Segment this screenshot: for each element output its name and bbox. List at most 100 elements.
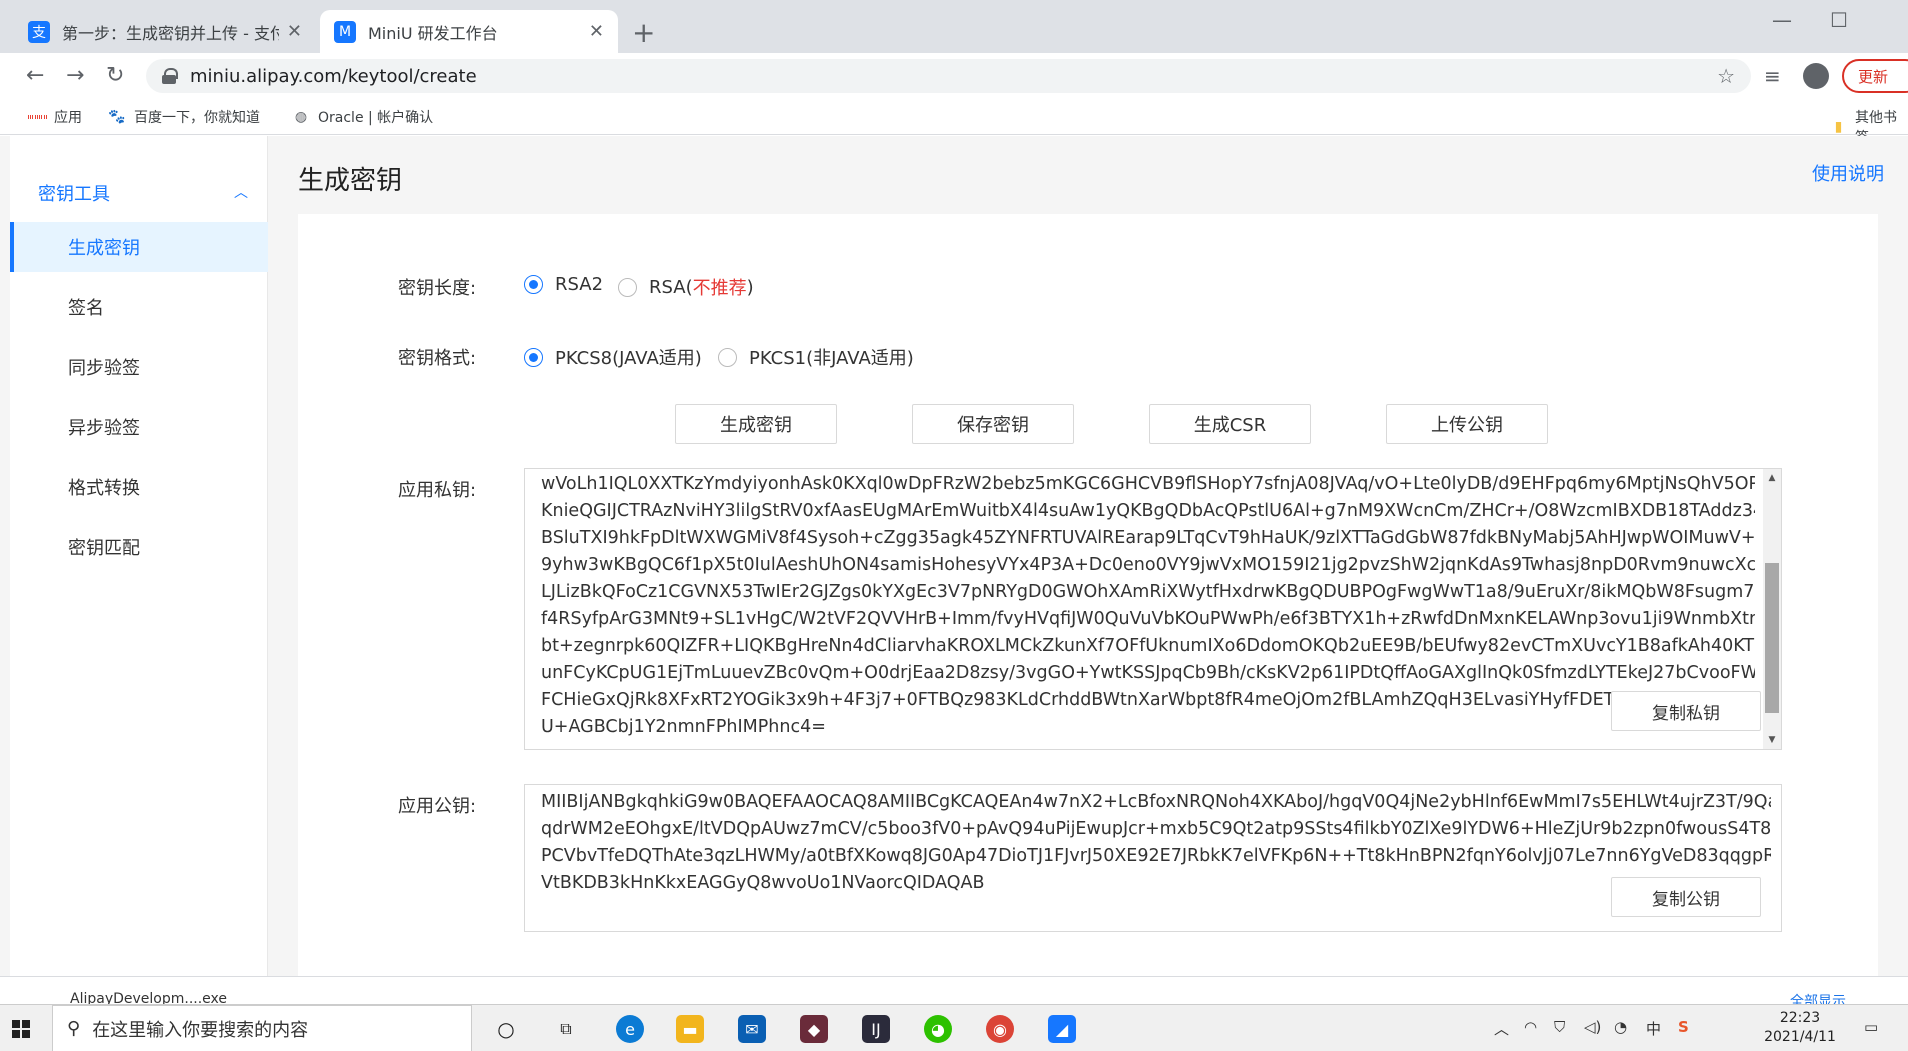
screen: 支 第一步：生成密钥并上传 - 支付宝 ✕ M MiniU 研发工作台 ✕ + …: [0, 0, 1908, 1051]
download-item[interactable]: AlipayDevelopm....exe: [70, 991, 227, 1004]
cortana-circle-icon[interactable]: ○: [492, 1015, 520, 1043]
sidebar-item-generate-key[interactable]: 生成密钥: [10, 222, 268, 272]
scroll-down-icon[interactable]: ▼: [1763, 731, 1781, 749]
update-button[interactable]: 更新: [1842, 59, 1908, 93]
scroll-thumb[interactable]: [1765, 563, 1779, 713]
maximize-window-icon[interactable]: ☐: [1830, 8, 1848, 32]
scroll-up-icon[interactable]: ▲: [1763, 469, 1781, 487]
generate-key-button[interactable]: 生成密钥: [675, 404, 837, 444]
key-line: MIIBIjANBgkqhkiG9w0BAQEFAAOCAQ8AMIIBCgKC…: [541, 792, 1771, 812]
minimize-window-icon[interactable]: —: [1772, 8, 1792, 32]
save-key-button[interactable]: 保存密钥: [912, 404, 1074, 444]
apps-grid-icon: [28, 108, 46, 126]
key-generator-card: 密钥长度: RSA2 RSA(不推荐) 密钥格式: PKCS8(JAVA适用) …: [298, 214, 1878, 976]
security-shield-icon[interactable]: ⛉: [1554, 1018, 1565, 1036]
chrome-icon[interactable]: ◉: [986, 1015, 1014, 1043]
taskbar-search-box[interactable]: ⚲ 在这里输入你要搜索的内容: [52, 1005, 472, 1051]
notification-center-icon[interactable]: ▭: [1864, 1018, 1878, 1036]
not-recommended-text: 不推荐: [692, 278, 747, 299]
browser-toolbar: ← → ↻ miniu.alipay.com/keytool/create ☆ …: [0, 53, 1908, 99]
tab-miniu[interactable]: M MiniU 研发工作台 ✕: [320, 10, 618, 53]
globe-icon: ◍: [294, 109, 308, 125]
back-arrow-icon[interactable]: ←: [26, 63, 44, 88]
private-key-label: 应用私钥:: [398, 480, 477, 501]
reload-icon[interactable]: ↻: [106, 63, 124, 88]
file-explorer-icon[interactable]: ▬: [676, 1015, 704, 1043]
key-line: U+AGBCbj1Y2nmnFPhIMPhnc4=: [541, 717, 826, 737]
copy-public-key-button[interactable]: 复制公钥: [1611, 877, 1761, 917]
intellij-idea-icon[interactable]: IJ: [862, 1015, 890, 1043]
task-view-icon[interactable]: ⧉: [552, 1015, 580, 1043]
download-shelf: AlipayDevelopm....exe 全部显示: [0, 976, 1908, 1004]
radio-label: PKCS1(非JAVA适用): [749, 348, 914, 369]
upload-public-key-button[interactable]: 上传公钥: [1386, 404, 1548, 444]
key-line: unFCyKCpUG1EjTmLuuevZBc0vQm+O0drjEaa2D8z…: [541, 663, 1755, 683]
key-line: f4RSyfpArG3MNt9+SL1vHgC/W2tVF2QVVHrB+Imm…: [541, 609, 1755, 629]
mail-icon[interactable]: ✉: [738, 1015, 766, 1043]
key-line: bt+zegnrpk60QIZFR+LIQKBgHreNn4dCliarvhaK…: [541, 636, 1755, 656]
bookmark-star-icon[interactable]: ☆: [1717, 64, 1735, 88]
tab-alipay-docs[interactable]: 支 第一步：生成密钥并上传 - 支付宝 ✕: [14, 10, 316, 53]
volume-icon[interactable]: ◁): [1584, 1018, 1601, 1036]
game-app-icon[interactable]: ◆: [800, 1015, 828, 1043]
radio-pkcs1[interactable]: PKCS1(非JAVA适用): [718, 344, 914, 370]
help-link[interactable]: 使用说明: [1812, 160, 1884, 186]
key-line: wVoLh1IQL0XXTKzYmdyiyonhAsk0KXql0wDpFRzW…: [541, 474, 1755, 494]
new-tab-button[interactable]: +: [632, 16, 655, 49]
sogou-ime-icon[interactable]: S: [1678, 1018, 1689, 1036]
radio-pkcs8[interactable]: PKCS8(JAVA适用): [524, 344, 702, 370]
key-line: qdrWM2eEOhgxE/ltVDQpAUwz7mCV/c5boo3fV0+p…: [541, 819, 1771, 839]
sidebar-item-key-match[interactable]: 密钥匹配: [10, 522, 268, 572]
key-line: PCVbvTfeDQThAte3qzLHWMy/a0tBfXKowq8JG0Ap…: [541, 846, 1771, 866]
private-key-textarea[interactable]: wVoLh1IQL0XXTKzYmdyiyonhAsk0KXql0wDpFRzW…: [524, 468, 1782, 750]
radio-checked-icon: [524, 275, 543, 294]
forward-arrow-icon[interactable]: →: [66, 63, 84, 88]
profile-avatar-icon[interactable]: [1803, 63, 1829, 89]
radio-checked-icon: [524, 347, 543, 367]
ime-language-icon[interactable]: 中: [1646, 1018, 1661, 1039]
radio-rsa2[interactable]: RSA2: [524, 274, 603, 295]
radio-label: PKCS8(JAVA适用): [555, 348, 702, 369]
key-line: LJLizBkQFoCz1CGVNX53TwIEr2GJZgs0kYXgEc3V…: [541, 582, 1755, 602]
key-line: VtBKDB3kHnKkxEAGGyQ8wvoUo1NVaorcQIDAQAB: [541, 873, 985, 893]
bookmark-baidu[interactable]: 🐾 百度一下，你就知道: [108, 107, 260, 127]
wechat-icon[interactable]: ◕: [924, 1015, 952, 1043]
system-clock[interactable]: 22:23 2021/4/11: [1755, 1009, 1845, 1047]
bookmark-oracle[interactable]: ◍ Oracle | 帐户确认: [292, 107, 433, 127]
sidebar-item-async-verify[interactable]: 异步验签: [10, 402, 268, 452]
key-format-label: 密钥格式:: [398, 348, 477, 369]
edge-browser-icon[interactable]: e: [616, 1015, 644, 1043]
address-bar[interactable]: miniu.alipay.com/keytool/create ☆: [146, 59, 1751, 93]
tray-expand-icon[interactable]: ︿: [1494, 1018, 1509, 1039]
search-icon: ⚲: [67, 1018, 81, 1039]
radio-rsa[interactable]: RSA(不推荐): [618, 274, 754, 300]
copy-private-key-button[interactable]: 复制私钥: [1611, 691, 1761, 731]
page-content: 密钥工具 ︿ 生成密钥 签名 同步验签 异步验签 格式转换 密钥匹配 生成密钥 …: [0, 136, 1908, 976]
miniu-app-icon[interactable]: ◢: [1048, 1015, 1076, 1043]
sidebar-item-sign[interactable]: 签名: [10, 282, 268, 332]
close-tab-icon[interactable]: ✕: [589, 21, 604, 42]
qq-icon[interactable]: ◔: [1614, 1018, 1627, 1036]
sidebar-group-key-tools[interactable]: 密钥工具: [38, 180, 110, 206]
key-line: 9yhw3wKBgQC6f1pX5t0IulAeshUhON4samisHohe…: [541, 555, 1755, 575]
generate-csr-button[interactable]: 生成CSR: [1149, 404, 1311, 444]
sidebar-item-format-convert[interactable]: 格式转换: [10, 462, 268, 512]
windows-start-icon[interactable]: [12, 1020, 30, 1038]
private-key-scrollbar[interactable]: ▲ ▼: [1763, 469, 1781, 749]
close-tab-icon[interactable]: ✕: [287, 21, 302, 42]
browser-tab-strip: 支 第一步：生成密钥并上传 - 支付宝 ✕ M MiniU 研发工作台 ✕ + …: [0, 0, 1908, 53]
bookmark-apps[interactable]: 应用: [28, 107, 82, 127]
url-text: miniu.alipay.com/keytool/create: [190, 65, 477, 87]
chevron-up-icon[interactable]: ︿: [234, 182, 248, 202]
bookmark-label: Oracle | 帐户确认: [318, 110, 434, 126]
reading-list-icon[interactable]: ≡: [1764, 64, 1781, 88]
show-all-downloads-button[interactable]: 全部显示: [1790, 991, 1846, 1004]
radio-unchecked-icon: [618, 277, 637, 297]
bookmark-label: 百度一下，你就知道: [134, 110, 260, 126]
clock-date: 2021/4/11: [1764, 1029, 1836, 1045]
bookmark-label: 应用: [54, 110, 82, 126]
sidebar-item-sync-verify[interactable]: 同步验签: [10, 342, 268, 392]
key-length-label: 密钥长度:: [398, 278, 477, 299]
wifi-icon[interactable]: ◠: [1524, 1018, 1537, 1036]
public-key-textarea[interactable]: MIIBIjANBgkqhkiG9w0BAQEFAAOCAQ8AMIIBCgKC…: [524, 784, 1782, 932]
